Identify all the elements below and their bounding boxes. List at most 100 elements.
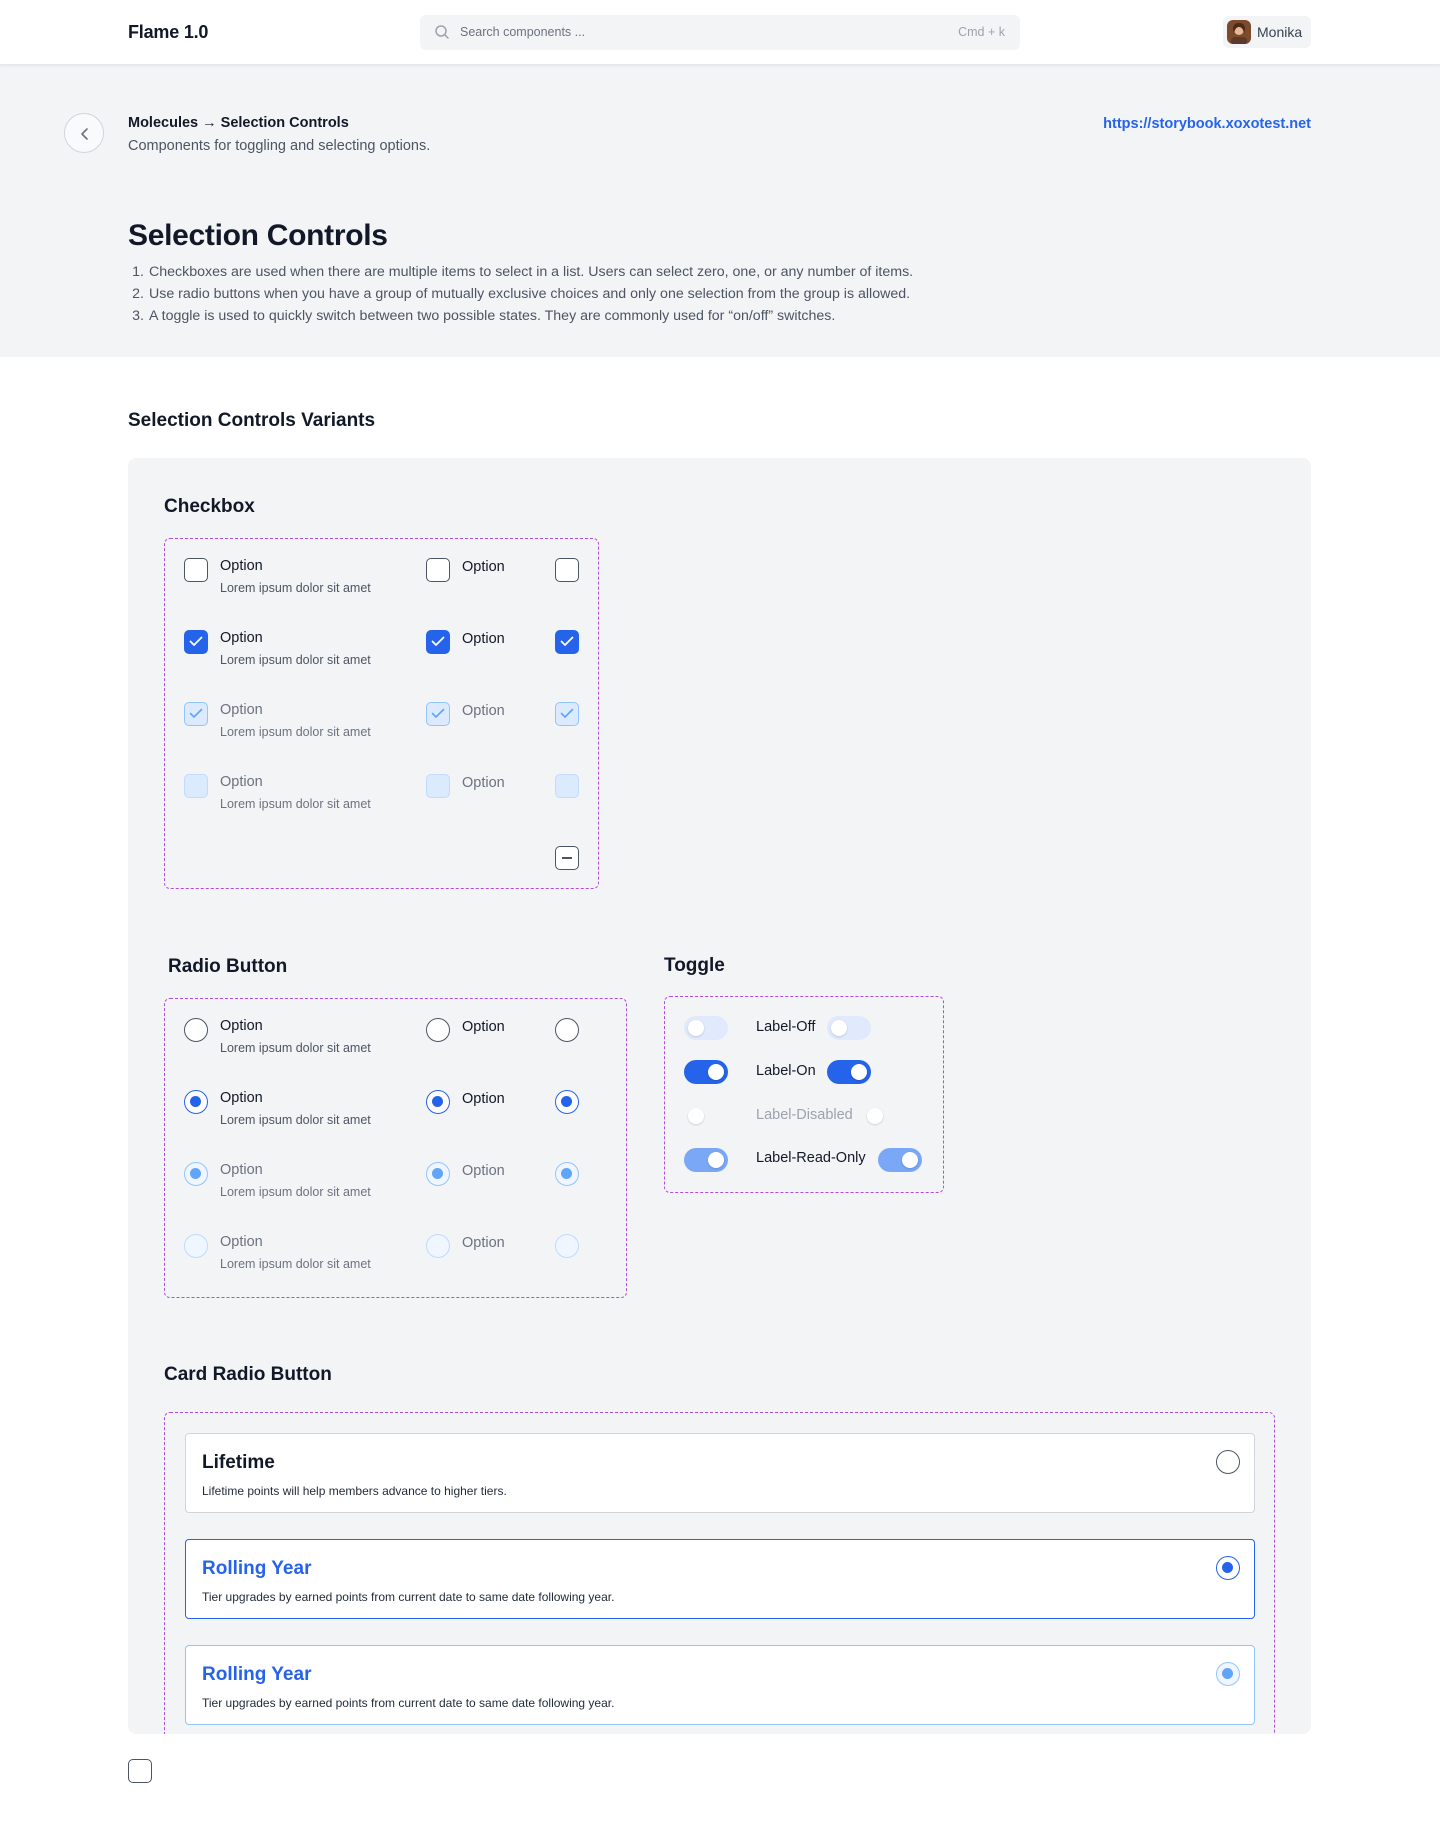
chevron-left-icon (81, 128, 88, 140)
radio-default[interactable] (426, 1018, 450, 1042)
checkbox-label: Option (220, 558, 263, 574)
list-item: 1. Checkboxes are used when there are mul… (132, 264, 914, 280)
toggle-label: Label-Off (756, 1019, 816, 1035)
checkbox-default[interactable] (555, 558, 579, 582)
radio-label: Option (462, 1163, 505, 1179)
radio-default[interactable] (184, 1018, 208, 1042)
toggle-read-only[interactable] (878, 1148, 922, 1172)
search-placeholder: Search components ... (460, 25, 586, 39)
checkbox-default[interactable] (426, 558, 450, 582)
avatar (1227, 20, 1251, 44)
toggle-title: Toggle (664, 955, 725, 976)
toggle-frame: Label-Off Label-On Label-Disabled Label-… (664, 996, 944, 1193)
checkbox-label: Option (462, 559, 505, 575)
toggle-label: Label-Disabled (756, 1107, 853, 1123)
radio-desc: Lorem ipsum dolor sit amet (220, 1185, 371, 1199)
radio-title: Radio Button (168, 956, 288, 977)
radio-checked[interactable] (184, 1090, 208, 1114)
card-radio-lifetime[interactable]: Lifetime Lifetime points will help membe… (185, 1433, 1255, 1513)
page-subtitle: Components for toggling and selecting op… (128, 138, 431, 154)
checkbox-read-only[interactable] (184, 702, 208, 726)
toggle-on[interactable] (684, 1060, 728, 1084)
card-radio-default[interactable] (1216, 1450, 1240, 1474)
radio-read-only[interactable] (426, 1162, 450, 1186)
card-title: Rolling Year (202, 1558, 312, 1579)
top-bar: Flame 1.0 Search components ... Cmd + k … (0, 0, 1440, 65)
toggle-off[interactable] (684, 1016, 728, 1040)
card-desc: Lifetime points will help members advanc… (202, 1484, 507, 1498)
card-desc: Tier upgrades by earned points from curr… (202, 1696, 615, 1710)
checkbox-checked[interactable] (426, 630, 450, 654)
radio-label: Option (462, 1235, 505, 1251)
search-icon (434, 24, 450, 45)
checkbox-label: Option (220, 774, 263, 790)
checkbox-desc: Lorem ipsum dolor sit amet (220, 653, 371, 667)
back-button[interactable] (64, 113, 104, 153)
checkbox-label: Option (462, 631, 505, 647)
checkbox-desc: Lorem ipsum dolor sit amet (220, 797, 371, 811)
card-desc: Tier upgrades by earned points from curr… (202, 1590, 615, 1604)
checkbox-disabled[interactable] (184, 774, 208, 798)
toggle-label: Label-On (756, 1063, 816, 1079)
checkbox-standalone[interactable] (128, 1759, 152, 1783)
radio-label: Option (220, 1234, 263, 1250)
card-title: Lifetime (202, 1452, 275, 1473)
card-radio-title: Card Radio Button (164, 1364, 332, 1385)
intro-list: 1. Checkboxes are used when there are mul… (128, 261, 913, 327)
radio-label: Option (220, 1018, 263, 1034)
check-icon (431, 708, 445, 718)
checkbox-disabled[interactable] (426, 774, 450, 798)
user-name: Monika (1257, 24, 1303, 40)
checkbox-label: Option (220, 630, 263, 646)
storybook-link[interactable]: https://storybook.xoxotest.net (1103, 116, 1311, 132)
card-radio-rolling-year[interactable]: Rolling Year Tier upgrades by earned poi… (185, 1539, 1255, 1619)
checkbox-checked[interactable] (555, 630, 579, 654)
section-title: Selection Controls Variants (128, 410, 376, 431)
breadcrumb: Molecules → Selection Controls (128, 115, 349, 131)
list-item: 2. Use radio buttons when you have a grou… (132, 286, 911, 302)
brand-logo[interactable]: Flame 1.0 (128, 22, 208, 43)
search-input[interactable]: Search components ... Cmd + k (420, 15, 1020, 50)
checkbox-label: Option (220, 702, 263, 718)
radio-desc: Lorem ipsum dolor sit amet (220, 1257, 371, 1271)
checkbox-indeterminate[interactable] (555, 846, 579, 870)
card-radio-rolling-year-read-only[interactable]: Rolling Year Tier upgrades by earned poi… (185, 1645, 1255, 1725)
radio-label: Option (220, 1090, 263, 1106)
radio-label: Option (462, 1019, 505, 1035)
checkbox-read-only[interactable] (426, 702, 450, 726)
checkbox-read-only[interactable] (555, 702, 579, 726)
toggle-read-only[interactable] (684, 1148, 728, 1172)
checkbox-default[interactable] (184, 558, 208, 582)
minus-icon (562, 857, 572, 859)
radio-desc: Lorem ipsum dolor sit amet (220, 1113, 371, 1127)
toggle-disabled[interactable] (863, 1104, 907, 1128)
user-menu[interactable]: Monika (1223, 16, 1311, 48)
card-radio-checked[interactable] (1216, 1556, 1240, 1580)
toggle-on[interactable] (827, 1060, 871, 1084)
toggle-off[interactable] (827, 1016, 871, 1040)
radio-read-only[interactable] (555, 1162, 579, 1186)
radio-disabled[interactable] (184, 1234, 208, 1258)
page-header: Molecules → Selection Controls Component… (0, 65, 1440, 357)
radio-checked[interactable] (426, 1090, 450, 1114)
check-icon (560, 636, 574, 646)
card-radio-read-only[interactable] (1216, 1662, 1240, 1686)
checkbox-label: Option (462, 703, 505, 719)
radio-checked[interactable] (555, 1090, 579, 1114)
checkbox-disabled[interactable] (555, 774, 579, 798)
check-icon (560, 708, 574, 718)
checkbox-checked[interactable] (184, 630, 208, 654)
checkbox-desc: Lorem ipsum dolor sit amet (220, 725, 371, 739)
page-title: Selection Controls (128, 219, 388, 252)
search-shortcut: Cmd + k (958, 25, 1005, 39)
toggle-disabled[interactable] (684, 1104, 728, 1128)
radio-disabled[interactable] (426, 1234, 450, 1258)
card-title: Rolling Year (202, 1664, 312, 1685)
check-icon (431, 636, 445, 646)
check-icon (189, 636, 203, 646)
radio-read-only[interactable] (184, 1162, 208, 1186)
radio-default[interactable] (555, 1018, 579, 1042)
panel-mask (128, 1734, 1311, 1754)
radio-disabled[interactable] (555, 1234, 579, 1258)
radio-label: Option (220, 1162, 263, 1178)
